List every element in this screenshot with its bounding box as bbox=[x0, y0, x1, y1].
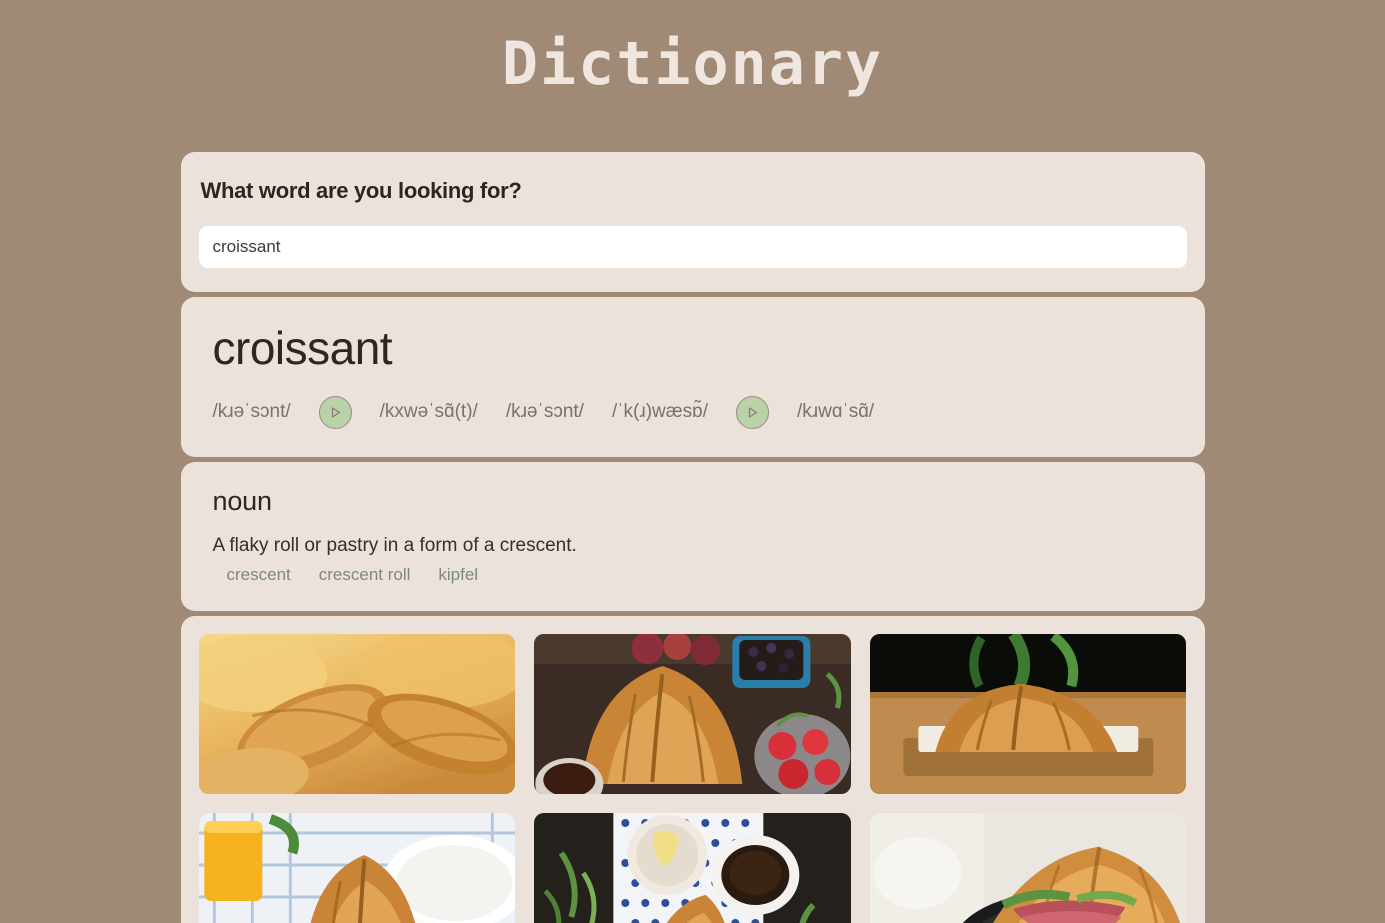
synonym-item[interactable]: crescent roll bbox=[319, 565, 411, 585]
headword: croissant bbox=[212, 322, 393, 374]
synonym-list: crescent crescent roll kipfel bbox=[213, 565, 1173, 585]
play-audio-button[interactable] bbox=[318, 395, 352, 429]
synonym-item[interactable]: crescent bbox=[227, 565, 291, 585]
word-card: croissant /kɹəˈsɔnt/ /kxwəˈsɑ̃(t)/ /kɹəˈ… bbox=[180, 297, 1205, 457]
play-audio-button[interactable] bbox=[736, 395, 769, 429]
pronunciation-ipa: /kɹəˈsɔnt/ bbox=[212, 401, 291, 423]
search-input[interactable] bbox=[198, 226, 1187, 268]
gallery-image[interactable] bbox=[869, 813, 1187, 923]
pronunciation-ipa: /ˈk(ɹ)wæsɒ̃/ bbox=[611, 401, 708, 423]
image-gallery-card bbox=[180, 616, 1205, 923]
gallery-image[interactable] bbox=[198, 813, 516, 923]
pronunciation-row: /kɹəˈsɔnt/ /kxwəˈsɑ̃(t)/ /kɹəˈsɔnt/ /ˈk(… bbox=[212, 395, 1173, 429]
page-title: Dictionary bbox=[501, 29, 884, 99]
pronunciation-ipa: /kxwəˈsɑ̃(t)/ bbox=[379, 401, 478, 423]
image-gallery-grid bbox=[198, 634, 1187, 923]
definition-card: noun A flaky roll or pastry in a form of… bbox=[180, 461, 1205, 612]
gallery-image[interactable] bbox=[869, 634, 1187, 795]
pronunciation-ipa: /kɹwɑˈsɑ̃/ bbox=[797, 401, 875, 423]
search-label: What word are you looking for? bbox=[200, 178, 522, 203]
part-of-speech: noun bbox=[212, 485, 272, 516]
pronunciation-ipa: /kɹəˈsɔnt/ bbox=[505, 401, 584, 423]
play-icon bbox=[328, 405, 343, 420]
gallery-image[interactable] bbox=[198, 634, 516, 795]
definition-text: A flaky roll or pastry in a form of a cr… bbox=[212, 534, 577, 556]
gallery-image[interactable] bbox=[534, 813, 851, 923]
play-icon bbox=[745, 405, 760, 420]
synonym-item[interactable]: kipfel bbox=[438, 565, 478, 585]
dictionary-page: Dictionary What word are you looking for… bbox=[0, 0, 1385, 923]
search-card: What word are you looking for? bbox=[180, 152, 1205, 292]
gallery-image[interactable] bbox=[534, 634, 851, 795]
